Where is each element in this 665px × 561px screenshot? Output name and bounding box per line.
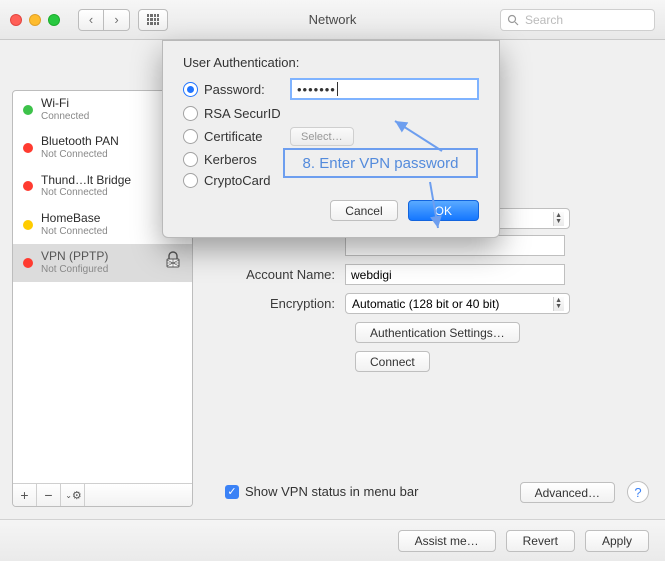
apply-button[interactable]: Apply: [585, 530, 649, 552]
radio-rsa[interactable]: [183, 106, 198, 121]
auth-dialog: User Authentication: Password: ••••••• R…: [162, 40, 500, 238]
hidden-input[interactable]: [345, 235, 565, 256]
service-name: Wi-Fi: [41, 97, 89, 111]
status-dot-icon: [23, 258, 33, 268]
radio-row-password[interactable]: Password: •••••••: [183, 78, 479, 100]
status-dot-icon: [23, 143, 33, 153]
service-status: Not Connected: [41, 226, 108, 238]
nav-buttons: ‹ ›: [78, 9, 130, 31]
service-status: Not Connected: [41, 149, 119, 161]
radio-crypto[interactable]: [183, 173, 198, 188]
sidebar-footer: + − ⌄: [13, 483, 192, 506]
service-name: Bluetooth PAN: [41, 135, 119, 149]
service-status: Connected: [41, 111, 89, 123]
dialog-title: User Authentication:: [183, 55, 479, 70]
help-button[interactable]: ?: [627, 481, 649, 503]
radio-row-cert[interactable]: Certificate Select…: [183, 127, 479, 146]
zoom-window-button[interactable]: [48, 14, 60, 26]
account-name-input[interactable]: [345, 264, 565, 285]
service-name: VPN (PPTP): [41, 250, 108, 264]
service-name: HomeBase: [41, 212, 108, 226]
radio-password[interactable]: [183, 82, 198, 97]
radio-label: Certificate: [204, 129, 284, 144]
radio-kerberos[interactable]: [183, 152, 198, 167]
radio-row-kerberos[interactable]: Kerberos: [183, 152, 479, 167]
grid-icon: [147, 14, 159, 26]
advanced-button[interactable]: Advanced…: [520, 482, 615, 503]
password-input[interactable]: •••••••: [290, 78, 479, 100]
show-vpn-checkbox-row[interactable]: ✓ Show VPN status in menu bar: [225, 484, 418, 499]
titlebar: ‹ › Network Search: [0, 0, 665, 40]
window-controls: [10, 14, 60, 26]
assist-me-button[interactable]: Assist me…: [398, 530, 496, 552]
forward-button[interactable]: ›: [104, 9, 130, 31]
connect-button[interactable]: Connect: [355, 351, 430, 372]
encryption-value: Automatic (128 bit or 40 bit): [352, 297, 499, 311]
service-actions-button[interactable]: ⌄: [61, 484, 85, 506]
minimize-window-button[interactable]: [29, 14, 41, 26]
service-item-vpn[interactable]: VPN (PPTP) Not Configured: [13, 244, 192, 282]
service-status: Not Connected: [41, 187, 131, 199]
revert-button[interactable]: Revert: [506, 530, 575, 552]
search-icon: [507, 14, 519, 26]
back-button[interactable]: ‹: [78, 9, 104, 31]
radio-label: Password:: [204, 82, 284, 97]
service-name: Thund…lt Bridge: [41, 174, 131, 188]
show-all-button[interactable]: [138, 9, 168, 31]
radio-row-crypto[interactable]: CryptoCard: [183, 173, 479, 188]
radio-label: RSA SecurID: [204, 106, 281, 121]
service-status: Not Configured: [41, 264, 108, 276]
checkbox-icon: ✓: [225, 485, 239, 499]
cert-select-button[interactable]: Select…: [290, 127, 354, 146]
add-service-button[interactable]: +: [13, 484, 37, 506]
radio-row-rsa[interactable]: RSA SecurID: [183, 106, 479, 121]
bottom-bar: Assist me… Revert Apply: [0, 519, 665, 561]
encryption-label: Encryption:: [205, 296, 345, 311]
remove-service-button[interactable]: −: [37, 484, 61, 506]
search-placeholder: Search: [525, 13, 563, 27]
password-value: •••••••: [297, 82, 336, 97]
radio-cert[interactable]: [183, 129, 198, 144]
show-vpn-label: Show VPN status in menu bar: [245, 484, 418, 499]
ok-button[interactable]: OK: [408, 200, 479, 221]
auth-settings-button[interactable]: Authentication Settings…: [355, 322, 520, 343]
encryption-select[interactable]: Automatic (128 bit or 40 bit) ▲▼: [345, 293, 570, 314]
status-dot-icon: [23, 220, 33, 230]
account-name-label: Account Name:: [205, 267, 345, 282]
cancel-button[interactable]: Cancel: [330, 200, 397, 221]
search-input[interactable]: Search: [500, 9, 655, 31]
lock-icon: [164, 251, 182, 274]
status-dot-icon: [23, 105, 33, 115]
radio-label: CryptoCard: [204, 173, 270, 188]
radio-label: Kerberos: [204, 152, 257, 167]
status-dot-icon: [23, 181, 33, 191]
close-window-button[interactable]: [10, 14, 22, 26]
